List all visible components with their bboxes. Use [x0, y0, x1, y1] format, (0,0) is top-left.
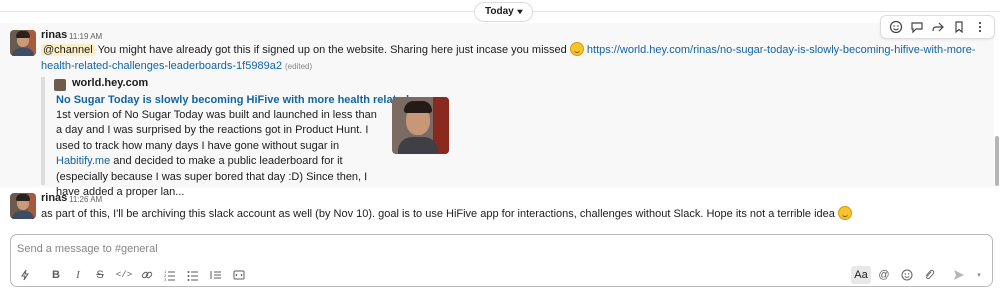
avatar[interactable] — [10, 30, 36, 56]
send-options-chevron-icon[interactable]: ▾ — [973, 266, 985, 284]
code-icon[interactable]: </> — [116, 266, 132, 284]
svg-text:3: 3 — [164, 277, 167, 281]
reply-thread-icon[interactable] — [909, 19, 925, 35]
link-preview-attachment: world.hey.com No Sugar Today is slowly b… — [41, 77, 449, 198]
attachment-source[interactable]: world.hey.com — [72, 77, 148, 89]
formatting-toolbar: B I S </> 123 Aa @ ▾ — [11, 266, 992, 286]
day-divider-button[interactable]: Today ▾ — [474, 2, 533, 22]
message-input[interactable] — [17, 241, 977, 257]
slightly-smiling-emoji-icon — [569, 42, 584, 56]
attachment-title-link[interactable]: No Sugar Today is slowly becoming HiFive… — [56, 94, 427, 106]
day-divider-label: Today — [485, 6, 514, 17]
more-actions-icon[interactable] — [972, 19, 988, 35]
bulleted-list-icon[interactable] — [185, 266, 201, 284]
message-timestamp[interactable]: 11:26 AM — [69, 195, 102, 204]
bold-icon[interactable]: B — [49, 266, 63, 284]
attachment-description: 1st version of No Sugar Today was built … — [56, 108, 381, 200]
attachment-thumbnail-image[interactable] — [392, 97, 449, 154]
attach-file-icon[interactable] — [921, 266, 937, 284]
avatar[interactable] — [10, 193, 36, 219]
message-composer: B I S </> 123 Aa @ ▾ — [10, 234, 993, 287]
code-block-icon[interactable] — [231, 266, 247, 284]
strikethrough-icon[interactable]: S — [93, 266, 107, 284]
share-icon[interactable] — [930, 19, 946, 35]
chevron-down-icon: ▾ — [517, 7, 523, 16]
edited-label: (edited) — [285, 62, 313, 71]
message-text: as part of this, I'll be archiving this … — [41, 208, 835, 220]
message-text: You might have already got this if signe… — [97, 44, 567, 56]
channel-mention[interactable]: @channel — [41, 44, 95, 56]
message-body: as part of this, I'll be archiving this … — [41, 206, 986, 222]
shortcuts-lightning-icon[interactable] — [17, 266, 33, 284]
message-timestamp[interactable]: 11:19 AM — [69, 32, 102, 41]
scrollbar-thumb[interactable] — [995, 136, 999, 186]
attachment-body-link[interactable]: Habitify.me — [56, 155, 110, 167]
message-author[interactable]: rinas — [41, 192, 67, 204]
link-icon[interactable] — [139, 266, 155, 284]
emoji-picker-icon[interactable] — [899, 266, 915, 284]
add-reaction-icon[interactable] — [888, 19, 904, 35]
message-author[interactable]: rinas — [41, 29, 67, 41]
ordered-list-icon[interactable]: 123 — [162, 266, 178, 284]
formatting-toggle-button[interactable]: Aa — [851, 266, 871, 284]
grinning-sweat-emoji-icon — [837, 206, 852, 220]
italic-icon[interactable]: I — [71, 266, 85, 284]
message-actions-toolbar — [880, 15, 995, 39]
blockquote-icon[interactable] — [208, 266, 224, 284]
bookmark-icon[interactable] — [951, 19, 967, 35]
mention-button[interactable]: @ — [877, 266, 891, 284]
site-favicon-icon — [54, 79, 66, 91]
message-body: @channel You might have already got this… — [41, 42, 986, 75]
send-icon[interactable] — [951, 266, 967, 284]
attachment-body-text: 1st version of No Sugar Today was built … — [56, 109, 377, 152]
